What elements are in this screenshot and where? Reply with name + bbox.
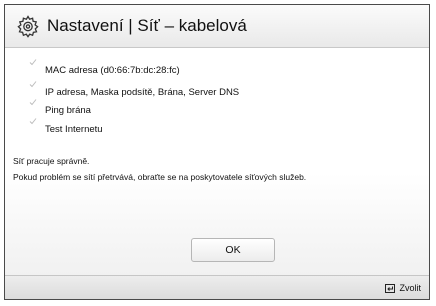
ok-button[interactable]: OK — [191, 238, 275, 262]
network-test-dialog: Nastavení | Síť – kabelová MAC adresa (d… — [4, 4, 430, 300]
select-action[interactable]: Zvolit — [385, 281, 421, 295]
check-icon — [29, 59, 37, 66]
check-icon — [29, 118, 37, 125]
enter-icon — [385, 283, 396, 293]
title-bar: Nastavení | Síť – kabelová — [5, 5, 429, 48]
check-icon — [29, 81, 37, 88]
footer-bar: Zvolit — [5, 275, 429, 299]
check-label: MAC adresa (d0:66:7b:dc:28:fc) — [45, 65, 180, 76]
check-label: Test Internetu — [45, 124, 103, 135]
check-label: Ping brána — [45, 105, 91, 116]
select-label: Zvolit — [399, 283, 421, 293]
dialog-title: Nastavení | Síť – kabelová — [47, 16, 247, 35]
hint-message: Pokud problém se sítí přetrvává, obraťte… — [13, 172, 307, 182]
dialog-body: MAC adresa (d0:66:7b:dc:28:fc) IP adresa… — [5, 48, 429, 275]
gear-icon — [17, 15, 39, 38]
check-icon — [29, 99, 37, 106]
status-message: Síť pracuje správně. — [13, 156, 90, 166]
ok-button-label: OK — [225, 244, 241, 256]
check-label: IP adresa, Maska podsítě, Brána, Server … — [45, 87, 240, 98]
